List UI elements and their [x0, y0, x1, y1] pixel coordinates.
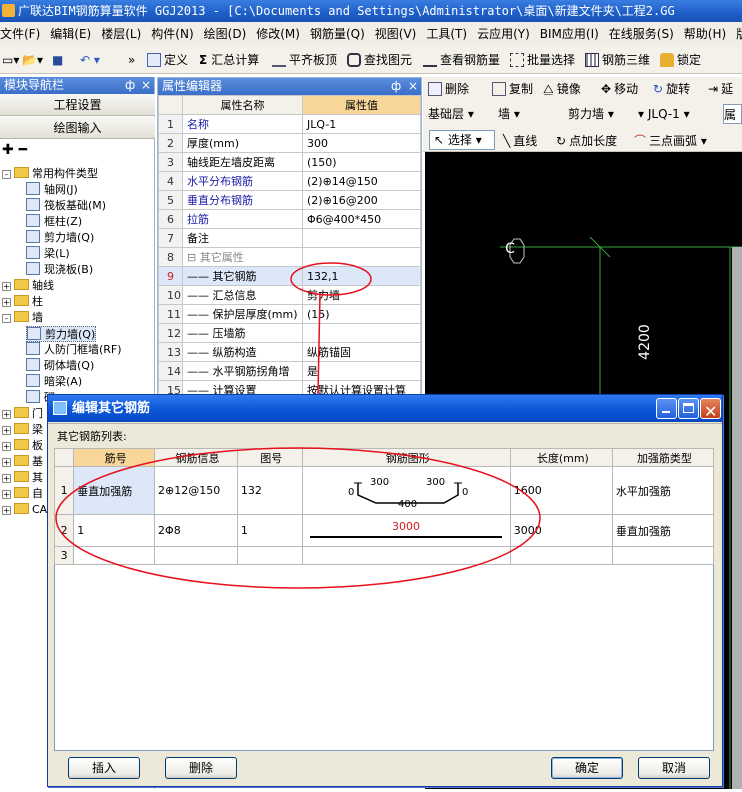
ok-button[interactable]: 确定 — [551, 757, 623, 779]
edit-other-rebar-dialog: 编辑其它钢筋 ✕ 其它钢筋列表: 筋号 钢筋信息 图号 钢筋图形 长度(mm) 加强筋类型… — [47, 394, 723, 787]
cancel-button[interactable]: 取消 — [638, 757, 710, 779]
annotation-ellipse-large — [55, 447, 541, 589]
annotation-ellipse-small — [290, 262, 372, 296]
annotation-ellipse-layer — [55, 447, 541, 589]
insert-button[interactable]: 插入 — [68, 757, 140, 779]
delete-row-button[interactable]: 删除 — [165, 757, 237, 779]
